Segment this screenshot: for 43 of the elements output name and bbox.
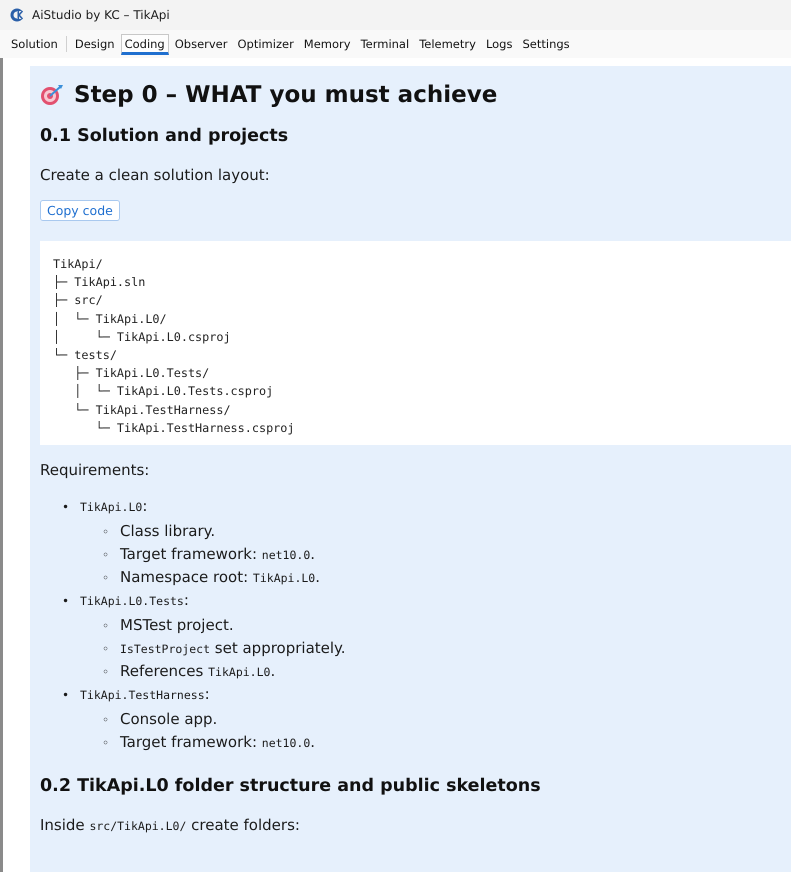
list-item-text: Target framework: net10.0. bbox=[120, 544, 316, 566]
bullet: ◦ bbox=[102, 712, 110, 730]
menu-tab[interactable]: Design bbox=[70, 34, 119, 54]
bullet: ◦ bbox=[102, 570, 110, 588]
target-icon bbox=[40, 84, 64, 106]
app-logo-icon bbox=[10, 8, 24, 22]
window-title: AiStudio by KC – TikApi bbox=[32, 8, 170, 22]
list-item-text: IsTestProject set appropriately. bbox=[120, 638, 346, 660]
bullet: ◦ bbox=[102, 547, 110, 564]
menu-tab[interactable]: Solution bbox=[7, 34, 62, 54]
intro-text: Create a clean solution layout: bbox=[40, 166, 271, 184]
list-item-text: References TikApi.L0. bbox=[120, 661, 276, 682]
menu-tab[interactable]: Terminal bbox=[356, 34, 414, 54]
list-item-text: TikApi.L0.Tests: bbox=[80, 590, 189, 612]
list-item-text: Namespace root: TikApi.L0. bbox=[120, 567, 320, 588]
section-heading: 0.1 Solution and projects bbox=[40, 126, 290, 146]
list-item-text: MSTest project. bbox=[120, 615, 234, 636]
bullet: ◦ bbox=[102, 524, 110, 542]
list-item-text: Console app. bbox=[120, 709, 218, 730]
menu-tab[interactable]: Memory bbox=[300, 34, 355, 54]
list-item-text: TikApi.TestHarness: bbox=[80, 684, 210, 706]
requirements-label: Requirements: bbox=[40, 461, 150, 480]
bullet: • bbox=[62, 687, 70, 704]
bullet: ◦ bbox=[102, 618, 110, 636]
menu-tab[interactable]: Optimizer bbox=[234, 34, 298, 54]
page-heading: Step 0 – WHAT you must achieve bbox=[74, 82, 498, 108]
menu-tab[interactable]: Logs bbox=[482, 34, 516, 54]
code-block: TikApi/ ├─ TikApi.sln ├─ src/ │ └─ TikApi.L0/ │ └─ TikApi.L0.csproj └─ tests/ ├─ TikApi.L0.Tests/ │ └─ TikApi.L0.Tests.csproj └─ TikApi.TestHarness/ └─ TikApi.TestHarness.csproj bbox=[40, 241, 791, 446]
list-item-text: Target framework: net10.0. bbox=[120, 732, 316, 754]
menu-tab[interactable]: Settings bbox=[518, 34, 574, 54]
menu-tab[interactable]: Telemetry bbox=[415, 34, 480, 54]
list-item-text: TikApi.L0: bbox=[80, 496, 148, 518]
bullet: • bbox=[62, 593, 70, 610]
bullet: • bbox=[62, 499, 70, 516]
bullet: ◦ bbox=[102, 735, 110, 752]
copy-code-button[interactable]: Copy code bbox=[40, 200, 120, 221]
section-heading: 0.2 TikApi.L0 folder structure and public skeletons bbox=[40, 776, 542, 796]
intro-text: Inside src/TikApi.L0/ create folders: bbox=[40, 816, 300, 834]
bullet: ◦ bbox=[102, 641, 110, 658]
list-item-text: Class library. bbox=[120, 521, 216, 542]
menu-tab[interactable]: Observer bbox=[170, 34, 232, 54]
bullet: ◦ bbox=[102, 664, 110, 682]
menu-tab[interactable]: Coding bbox=[120, 34, 169, 54]
